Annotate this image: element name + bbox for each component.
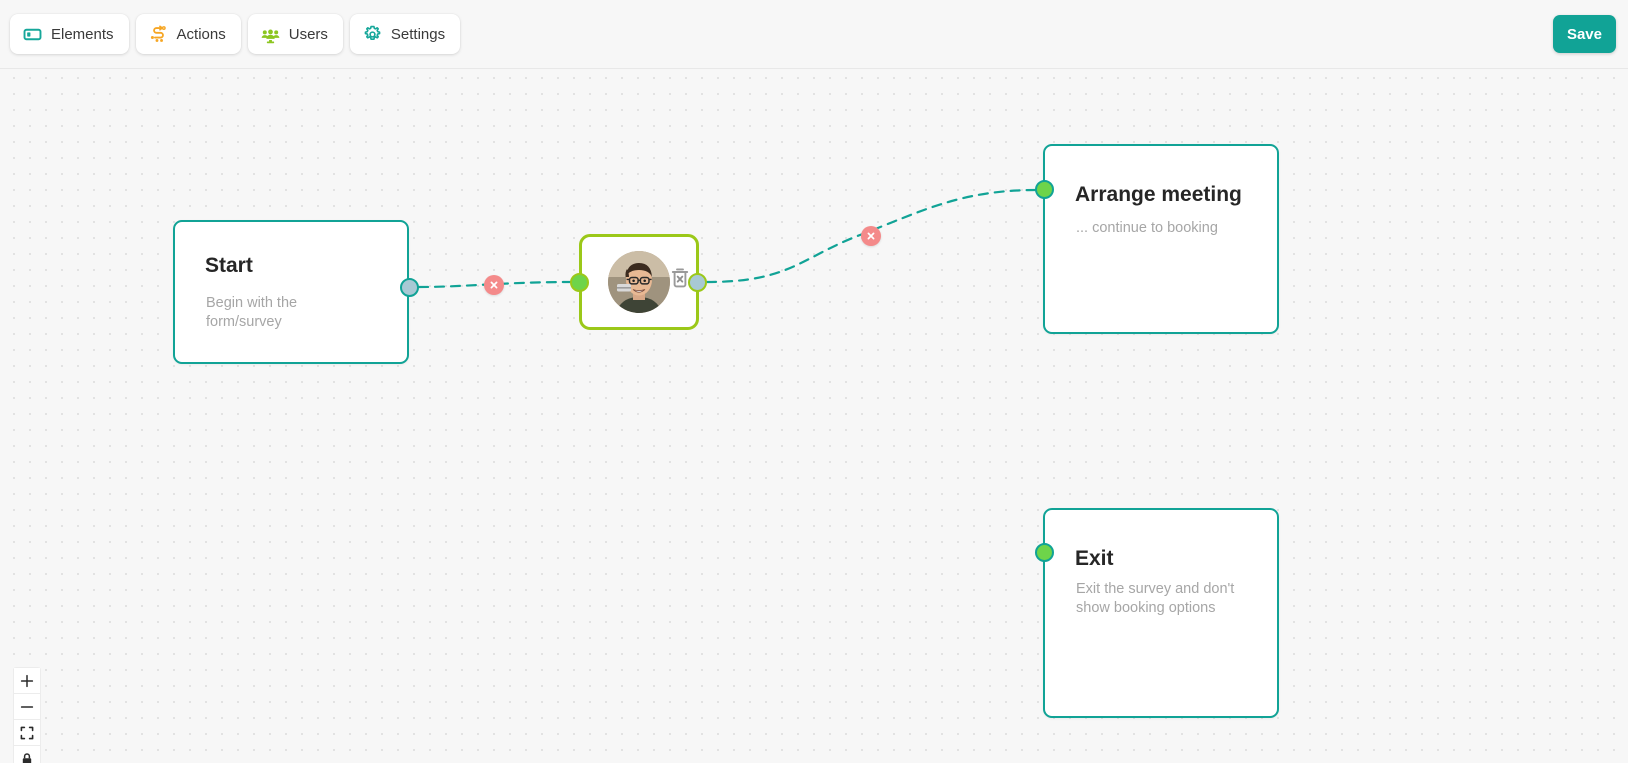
zoom-in-button[interactable] bbox=[14, 668, 40, 694]
users-group-icon bbox=[261, 25, 280, 44]
toolbar-button-users[interactable]: Users bbox=[247, 14, 343, 54]
flow-node-exit-title: Exit bbox=[1075, 547, 1114, 570]
edge-start-avatar-delete-button[interactable] bbox=[484, 275, 504, 295]
flow-node-start-title: Start bbox=[205, 254, 253, 277]
elements-panel-icon bbox=[23, 25, 42, 44]
flow-node-exit[interactable]: Exit Exit the survey and don't show book… bbox=[1043, 508, 1279, 718]
zoom-out-icon bbox=[20, 705, 34, 708]
close-icon bbox=[867, 232, 875, 240]
node-delete-button[interactable] bbox=[667, 265, 693, 291]
flow-node-arrange-meeting-title: Arrange meeting bbox=[1075, 183, 1242, 206]
flow-node-start-subtitle: Begin with the form/survey bbox=[206, 295, 298, 330]
fit-view-button[interactable] bbox=[14, 720, 40, 746]
flow-node-arrange-meeting-target-handle[interactable] bbox=[1035, 180, 1054, 199]
trash-delete-icon bbox=[671, 268, 689, 288]
flow-canvas[interactable]: Start Begin with the form/survey Arrange… bbox=[0, 68, 1628, 763]
toolbar-button-group: Elements Actions Users Settings bbox=[10, 14, 461, 54]
toolbar-button-actions[interactable]: Actions bbox=[135, 14, 241, 54]
flow-node-exit-subtitle: Exit the survey and don't show booking o… bbox=[1076, 581, 1235, 616]
edge-layer bbox=[417, 188, 1038, 289]
toolbar-button-settings-label: Settings bbox=[390, 25, 446, 43]
flow-node-start-source-handle[interactable] bbox=[400, 278, 419, 297]
edge-avatar-meeting-delete-button[interactable] bbox=[861, 226, 881, 246]
toolbar-button-actions-label: Actions bbox=[176, 25, 226, 43]
user-avatar-photo bbox=[608, 251, 670, 313]
toolbar-button-users-label: Users bbox=[288, 25, 328, 43]
zoom-out-button[interactable] bbox=[14, 694, 40, 720]
lock-icon bbox=[22, 753, 32, 763]
lock-button[interactable] bbox=[14, 746, 40, 763]
top-toolbar: Elements Actions Users Settings Save bbox=[0, 0, 1628, 69]
toolbar-button-settings[interactable]: Settings bbox=[349, 14, 461, 54]
flow-node-start[interactable]: Start Begin with the form/survey bbox=[173, 220, 409, 364]
actions-flow-icon bbox=[149, 25, 168, 44]
toolbar-button-elements-label: Elements bbox=[51, 25, 114, 43]
flow-node-arrange-meeting-subtitle: ... continue to booking bbox=[1076, 220, 1218, 236]
save-button[interactable]: Save bbox=[1552, 15, 1616, 53]
zoom-controls bbox=[14, 668, 40, 763]
close-icon bbox=[490, 281, 498, 289]
gear-icon bbox=[363, 25, 382, 44]
flow-node-arrange-meeting[interactable]: Arrange meeting ... continue to booking bbox=[1043, 144, 1279, 334]
flow-editor-app: Elements Actions Users Settings Save Sta… bbox=[0, 0, 1628, 763]
flow-node-avatar-target-handle[interactable] bbox=[570, 273, 589, 292]
fit-view-icon bbox=[20, 726, 34, 739]
toolbar-button-elements[interactable]: Elements bbox=[10, 14, 129, 54]
zoom-in-icon bbox=[20, 674, 34, 687]
flow-node-exit-target-handle[interactable] bbox=[1035, 543, 1054, 562]
